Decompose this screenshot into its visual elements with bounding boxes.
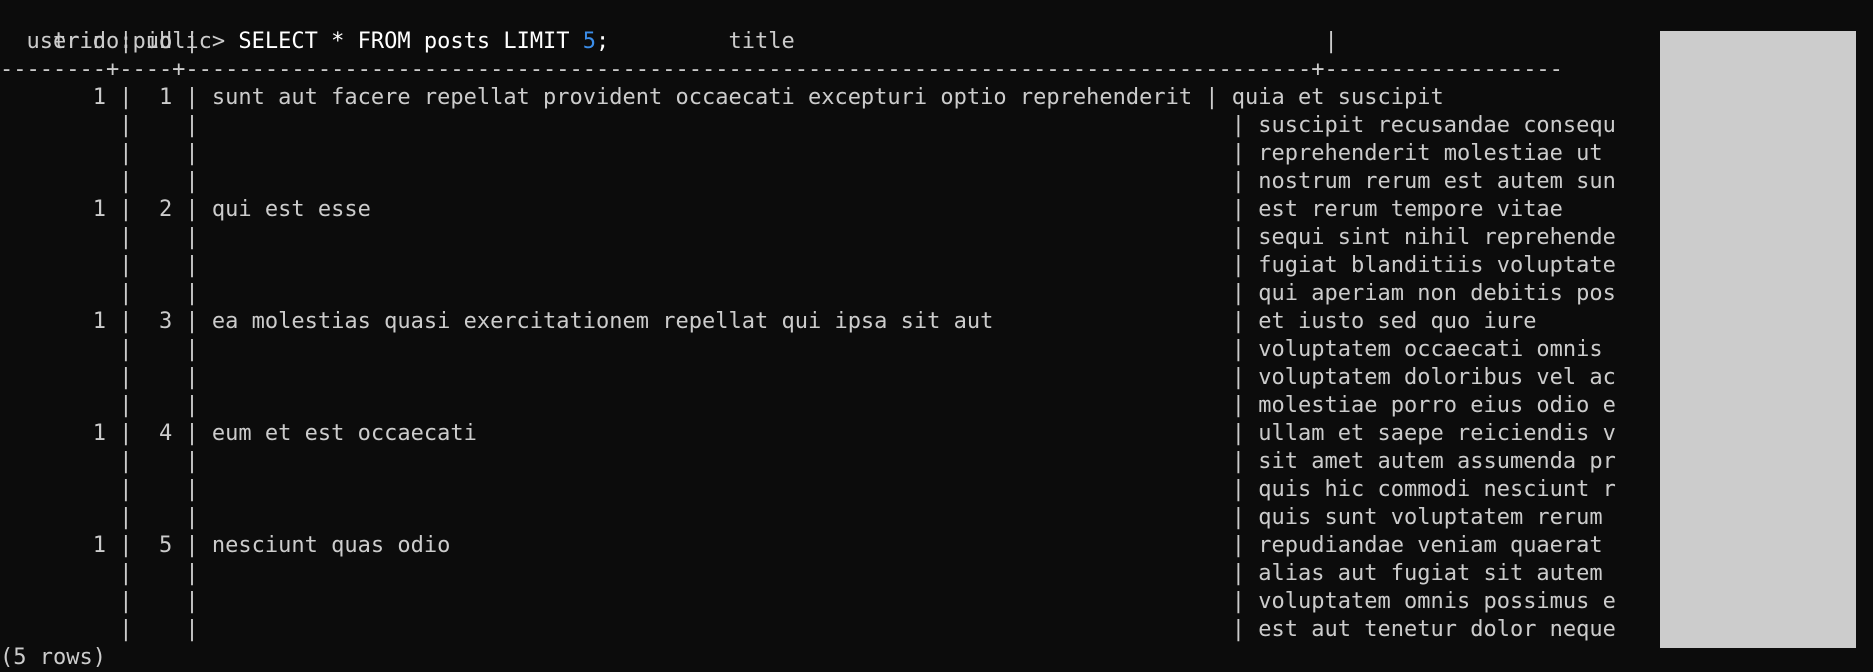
truncation-marker: > xyxy=(1660,477,1674,502)
truncation-marker: > xyxy=(1660,505,1674,530)
table-row: | | | suscipit recusandae consequ xyxy=(0,113,1616,138)
truncation-marker: > xyxy=(1660,225,1674,250)
table-row: 1 | 2 | qui est esse | est rerum tempore… xyxy=(0,197,1563,222)
table-row: | | | alias aut fugiat sit autem xyxy=(0,561,1616,586)
table-row: | | | voluptatem occaecati omnis xyxy=(0,337,1616,362)
truncation-marker: > xyxy=(1660,169,1674,194)
table-row: | | | quis hic commodi nesciunt r xyxy=(0,477,1616,502)
table-row: | | | qui aperiam non debitis pos xyxy=(0,281,1616,306)
truncation-marker: > xyxy=(1660,309,1674,334)
truncation-marker: > xyxy=(1660,85,1674,110)
truncation-marker: > xyxy=(1660,533,1674,558)
table-row: | | | voluptatem doloribus vel ac xyxy=(0,365,1616,390)
truncation-marker: > xyxy=(1660,197,1674,222)
table-row: | | | nostrum rerum est autem sun xyxy=(0,169,1616,194)
truncation-marker: > xyxy=(1660,253,1674,278)
table-row: 1 | 3 | ea molestias quasi exercitatione… xyxy=(0,309,1537,334)
table-row: | | | sit amet autem assumenda pr xyxy=(0,449,1616,474)
truncation-marker: > xyxy=(1660,365,1674,390)
truncation-marker: > xyxy=(1660,281,1674,306)
table-row: 1 | 4 | eum et est occaecati | ullam et … xyxy=(0,421,1616,446)
truncation-marker: > xyxy=(1660,617,1674,642)
table-row: | | | quis sunt voluptatem rerum xyxy=(0,505,1616,530)
truncation-marker: > xyxy=(1660,561,1674,586)
truncation-marker: > xyxy=(1660,421,1674,446)
table-row: | | | reprehenderit molestiae ut xyxy=(0,141,1616,166)
table-row: | | | voluptatem omnis possimus e xyxy=(0,589,1616,614)
table-row: | | | est aut tenetur dolor neque xyxy=(0,617,1616,642)
truncated-column-overlay xyxy=(1660,31,1856,648)
truncation-marker: > xyxy=(1660,449,1674,474)
table-row: | | | sequi sint nihil reprehende xyxy=(0,225,1616,250)
row-count-footer: (5 rows) xyxy=(0,645,106,670)
truncation-marker: > xyxy=(1660,393,1674,418)
truncation-marker: > xyxy=(1660,113,1674,138)
table-row: | | | fugiat blanditiis voluptate xyxy=(0,253,1616,278)
table-row: 1 | 1 | sunt aut facere repellat provide… xyxy=(0,85,1444,110)
table-header: userid | id | title | xyxy=(0,29,1577,54)
truncation-marker: > xyxy=(1660,141,1674,166)
table-row: 1 | 5 | nesciunt quas odio | repudiandae… xyxy=(0,533,1616,558)
table-row: | | | molestiae porro eius odio e xyxy=(0,393,1616,418)
table-separator: --------+----+--------------------------… xyxy=(0,57,1563,82)
truncation-marker: > xyxy=(1660,589,1674,614)
command-line: trino:public> SELECT * FROM posts LIMIT … xyxy=(0,0,609,54)
truncation-marker: > xyxy=(1660,337,1674,362)
